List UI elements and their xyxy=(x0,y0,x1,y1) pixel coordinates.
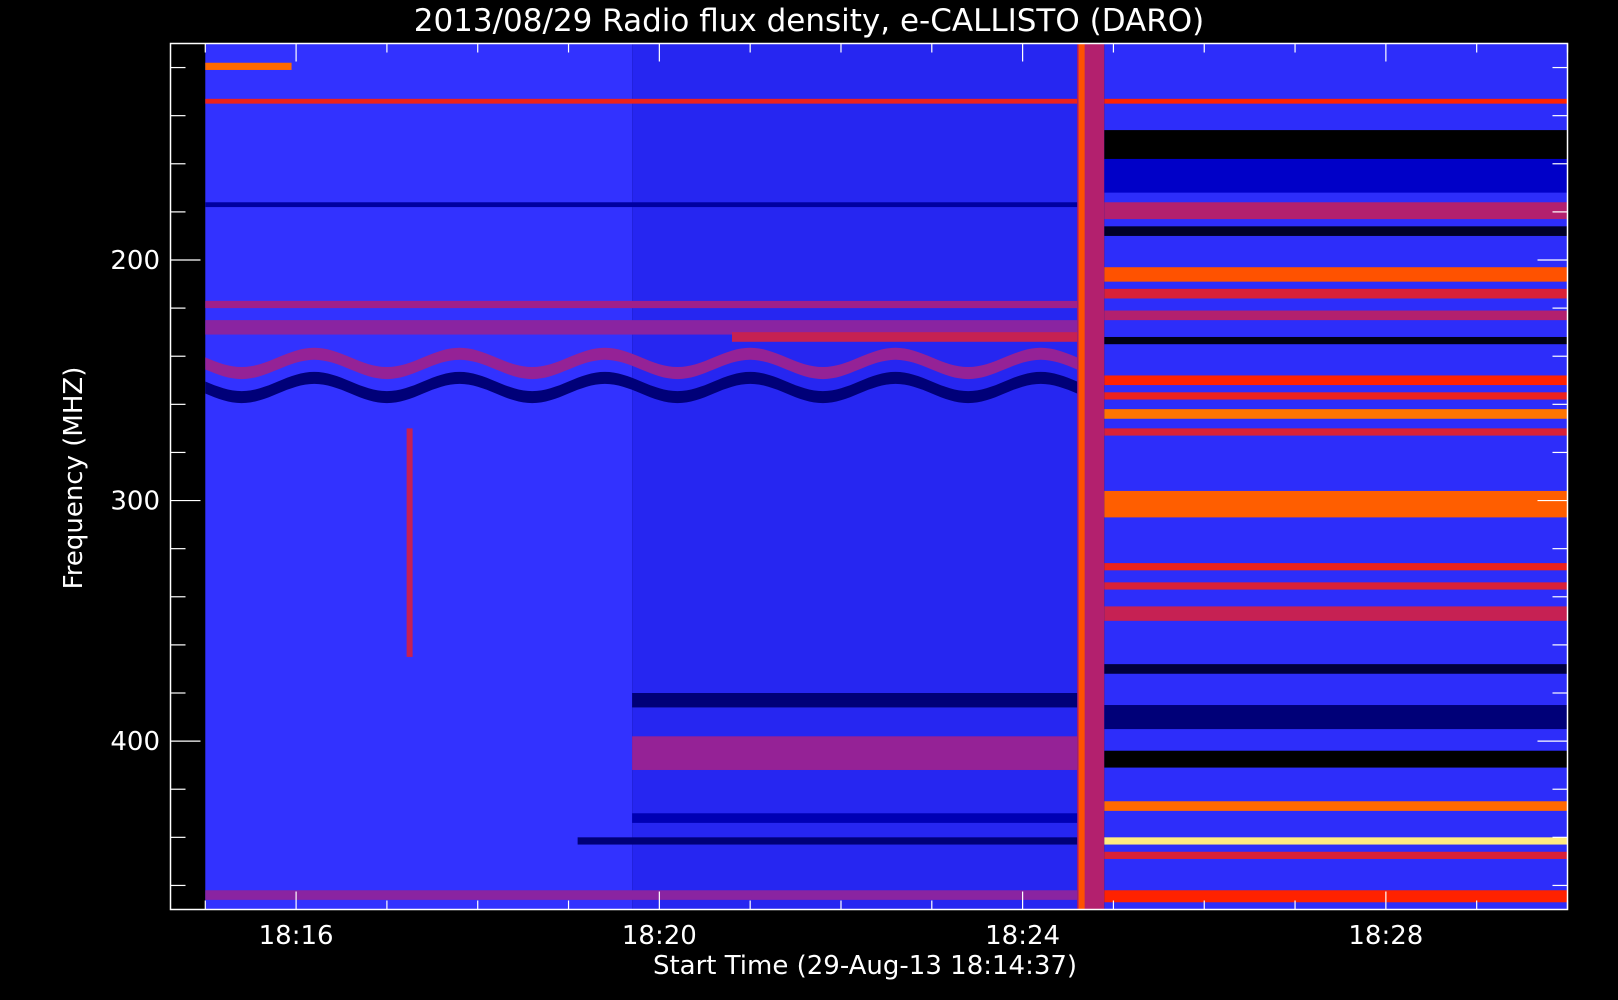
emission-band xyxy=(1104,664,1568,674)
emission-band xyxy=(732,332,1078,342)
emission-band xyxy=(1104,202,1568,220)
emission-band xyxy=(205,202,1078,208)
emission-band xyxy=(632,693,1078,708)
x-tick-label: 18:24 xyxy=(985,921,1060,951)
emission-band xyxy=(632,813,1078,823)
emission-band xyxy=(205,300,1078,309)
emission-band xyxy=(1104,890,1568,903)
emission-band xyxy=(205,62,292,70)
y-axis-label: Frequency (MHZ) xyxy=(59,367,89,590)
emission-band xyxy=(1104,750,1568,768)
emission-band xyxy=(1104,582,1568,590)
emission-band xyxy=(1104,336,1568,345)
emission-band xyxy=(1104,310,1568,321)
emission-band xyxy=(205,890,1078,900)
emission-band xyxy=(1104,98,1568,104)
emission-band xyxy=(1104,158,1568,193)
chart-title: 2013/08/29 Radio flux density, e-CALLIST… xyxy=(414,3,1205,39)
emission-band xyxy=(1104,392,1568,400)
x-axis-label: Start Time (29-Aug-13 18:14:37) xyxy=(653,951,1077,981)
emission-band xyxy=(1104,606,1568,621)
emission-band xyxy=(1104,130,1568,159)
emission-band xyxy=(1104,375,1568,386)
x-tick-label: 18:20 xyxy=(622,921,697,951)
emission-band xyxy=(1104,851,1568,859)
emission-band xyxy=(632,736,1078,770)
y-tick-label: 200 xyxy=(110,246,160,276)
x-tick-label: 18:28 xyxy=(1348,921,1423,951)
background-region xyxy=(632,43,1078,910)
emission-band xyxy=(1104,267,1568,282)
radio-burst xyxy=(406,428,413,657)
emission-band xyxy=(1104,490,1568,518)
emission-band xyxy=(1104,705,1568,730)
emission-band xyxy=(205,98,1078,104)
radio-burst xyxy=(1078,43,1085,910)
emission-band xyxy=(1104,563,1568,571)
emission-band xyxy=(1104,428,1568,436)
heatmap-image xyxy=(205,43,1568,910)
emission-band xyxy=(577,837,1078,845)
y-tick-label: 400 xyxy=(110,727,160,757)
emission-band xyxy=(1104,226,1568,236)
emission-band xyxy=(1104,837,1568,845)
y-tick-label: 300 xyxy=(110,487,160,517)
x-tick-label: 18:16 xyxy=(259,921,334,951)
emission-band xyxy=(1104,288,1568,299)
emission-band xyxy=(1104,409,1568,419)
spectrogram-chart: 2013/08/29 Radio flux density, e-CALLIST… xyxy=(0,0,1618,1000)
emission-band xyxy=(1104,801,1568,811)
background-region xyxy=(205,43,633,910)
